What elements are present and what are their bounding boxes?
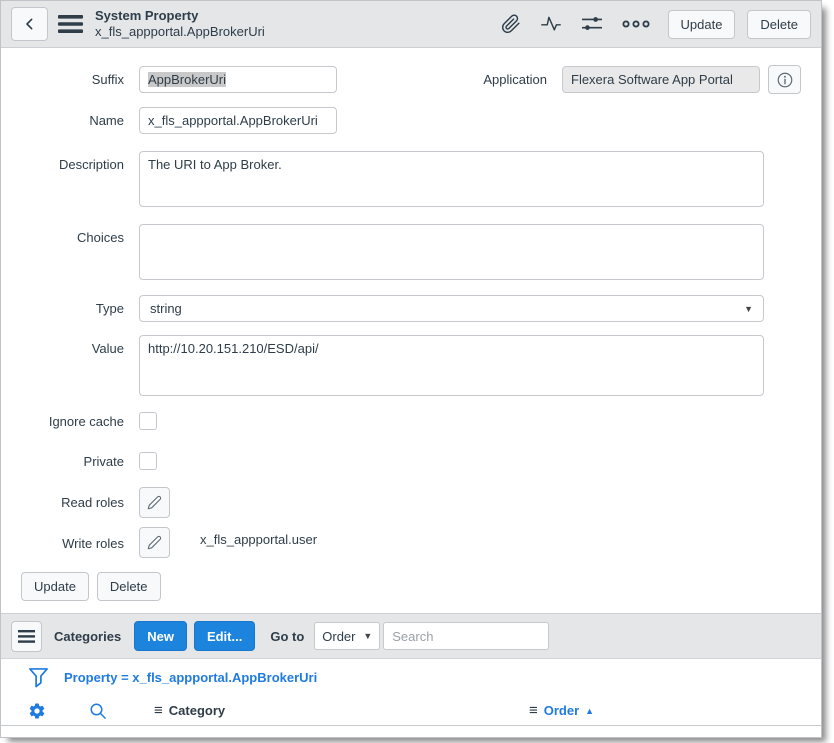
type-selected-value: string [150, 301, 182, 316]
form-update-button[interactable]: Update [21, 572, 89, 601]
type-label: Type [6, 301, 124, 316]
paperclip-icon[interactable] [501, 14, 521, 34]
list-column-headers: ≡ Category ≡ Order ▲ [1, 696, 821, 726]
back-button[interactable] [11, 7, 48, 41]
header-delete-button[interactable]: Delete [747, 10, 811, 39]
filter-breadcrumb[interactable]: Property = x_fls_appportal.AppBrokerUri [64, 670, 317, 685]
hamburger-icon [18, 630, 35, 643]
gear-icon[interactable] [28, 702, 46, 720]
write-roles-value: x_fls_appportal.user [200, 532, 317, 547]
list-search-input[interactable] [383, 622, 549, 650]
type-select[interactable]: string ▼ [139, 295, 764, 322]
new-button[interactable]: New [134, 621, 187, 651]
write-roles-label: Write roles [6, 536, 124, 551]
pencil-icon [147, 495, 162, 510]
choices-label: Choices [6, 230, 124, 245]
suffix-input[interactable]: AppBrokerUri [139, 66, 337, 93]
column-header-category[interactable]: ≡ Category [154, 702, 529, 719]
form-context-menu-icon[interactable] [58, 15, 83, 33]
application-label: Application [483, 72, 547, 87]
description-textarea[interactable]: The URI to App Broker. [139, 151, 764, 207]
more-options-icon[interactable] [622, 18, 650, 30]
ignore-cache-checkbox[interactable] [139, 412, 157, 430]
list-context-menu-button[interactable] [11, 621, 42, 652]
info-icon [776, 71, 794, 89]
app-window: System Property x_fls_appportal.AppBroke… [0, 0, 822, 738]
application-info-button[interactable] [768, 65, 801, 94]
suffix-selected-text: AppBrokerUri [148, 72, 226, 87]
application-field[interactable]: Flexera Software App Portal [562, 66, 760, 93]
column-menu-icon[interactable]: ≡ [154, 702, 163, 719]
record-form: Suffix AppBrokerUri Application Flexera … [1, 48, 821, 601]
page-title-block: System Property x_fls_appportal.AppBroke… [95, 8, 265, 39]
sliders-icon[interactable] [581, 14, 603, 34]
filter-row: Property = x_fls_appportal.AppBrokerUri [1, 659, 821, 696]
name-label: Name [6, 113, 124, 128]
page-title: System Property [95, 8, 265, 24]
header-update-button[interactable]: Update [668, 10, 736, 39]
goto-selected-value: Order [322, 629, 355, 644]
chevron-left-icon [22, 16, 38, 32]
header-icons [501, 14, 658, 34]
activity-icon[interactable] [540, 14, 562, 34]
sort-ascending-icon: ▲ [585, 706, 594, 716]
related-list-header: Categories New Edit... Go to Order ▼ [1, 613, 821, 659]
goto-select[interactable]: Order ▼ [314, 622, 380, 650]
header-bar: System Property x_fls_appportal.AppBroke… [1, 1, 821, 48]
write-roles-edit-button[interactable] [139, 527, 170, 558]
private-checkbox[interactable] [139, 452, 157, 470]
name-input[interactable] [139, 107, 337, 134]
edit-button[interactable]: Edit... [194, 621, 255, 651]
pencil-icon [147, 535, 162, 550]
page-subtitle: x_fls_appportal.AppBrokerUri [95, 24, 265, 40]
choices-textarea[interactable] [139, 224, 764, 280]
form-delete-button[interactable]: Delete [97, 572, 161, 601]
value-textarea[interactable]: http://10.20.151.210/ESD/api/ [139, 335, 764, 396]
read-roles-edit-button[interactable] [139, 487, 170, 518]
private-label: Private [6, 454, 124, 469]
read-roles-label: Read roles [6, 495, 124, 510]
dropdown-arrow-icon: ▼ [363, 631, 372, 641]
column-menu-icon[interactable]: ≡ [529, 702, 538, 719]
search-icon[interactable] [89, 702, 107, 720]
column-header-order[interactable]: ≡ Order ▲ [529, 702, 594, 719]
related-list-title: Categories [54, 629, 121, 644]
suffix-label: Suffix [6, 72, 124, 87]
dropdown-arrow-icon: ▼ [744, 304, 753, 314]
goto-label: Go to [270, 629, 304, 644]
value-label: Value [6, 341, 124, 356]
filter-funnel-icon[interactable] [28, 666, 49, 690]
ignore-cache-label: Ignore cache [6, 414, 124, 429]
description-label: Description [6, 157, 124, 172]
